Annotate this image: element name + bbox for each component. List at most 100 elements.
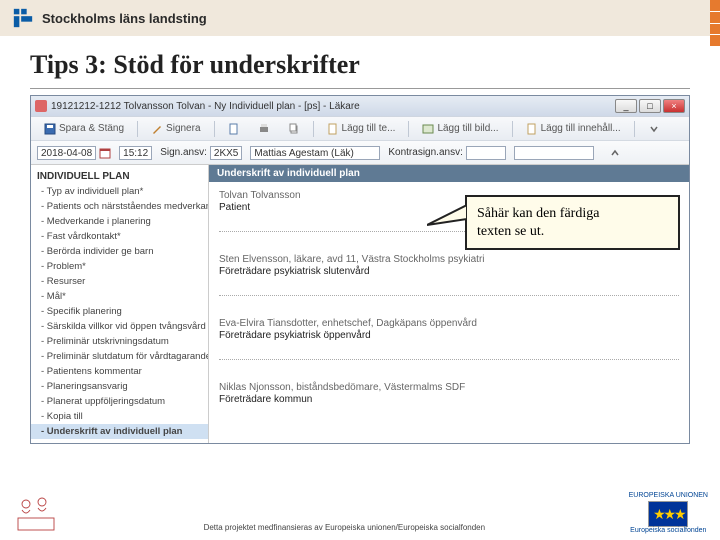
- sign-label: Signera: [166, 123, 200, 134]
- sidebar-item[interactable]: - Problem*: [31, 259, 208, 274]
- text-icon: [327, 123, 339, 135]
- sidebar-item[interactable]: - Särskilda villkor vid öppen tvångsvård: [31, 319, 208, 334]
- add-text-button[interactable]: Lägg till te...: [320, 120, 403, 138]
- add-image-label: Lägg till bild...: [437, 123, 498, 134]
- eu-flag-icon: ★ ★ ★: [648, 501, 688, 527]
- sidebar-item-selected[interactable]: - Underskrift av individuell plan: [31, 424, 208, 439]
- sidebar-item[interactable]: - Patientens kommentar: [31, 364, 208, 379]
- maximize-button[interactable]: □: [639, 99, 661, 113]
- sidebar-item[interactable]: - Planerat uppföljeringsdatum: [31, 394, 208, 409]
- page-icon: [228, 123, 240, 135]
- sign-responsible: Sign.ansv:2KX5: [160, 146, 242, 160]
- separator: [214, 121, 215, 137]
- sidebar-item[interactable]: - Mål*: [31, 289, 208, 304]
- kontra-label: Kontrasign.ansv:: [388, 147, 463, 158]
- sidebar-item[interactable]: - Preliminär utskrivningsdatum: [31, 334, 208, 349]
- sidebar-item[interactable]: - Fast vårdkontakt*: [31, 229, 208, 244]
- eu-bottom-text: Europeiska socialfonden: [630, 527, 706, 534]
- toolbar-secondary: 2018-04-08 15:12 Sign.ansv:2KX5 Mattias …: [31, 140, 689, 164]
- sig-role: Företrädare kommun: [219, 394, 679, 405]
- sidebar-item[interactable]: - Preliminär slutdatum för vårdtagarande: [31, 349, 208, 364]
- sidebar-item[interactable]: - Resurser: [31, 274, 208, 289]
- sidebar-item[interactable]: - Kopia till: [31, 409, 208, 424]
- time-value: 15:12: [119, 146, 152, 160]
- callout-line2: texten se ut.: [477, 224, 544, 239]
- sidebar-heading: INDIVIDUELL PLAN: [31, 169, 208, 184]
- time-field[interactable]: 15:12: [119, 146, 152, 160]
- copy-button[interactable]: [281, 120, 307, 138]
- collapse-button[interactable]: [602, 144, 628, 162]
- save-close-button[interactable]: Spara & Stäng: [37, 120, 131, 138]
- image-icon: [422, 123, 434, 135]
- callout-line1: Såhär kan den färdiga: [477, 206, 599, 221]
- nav-sidebar: INDIVIDUELL PLAN - Typ av individuell pl…: [31, 165, 209, 443]
- kontra-code[interactable]: [466, 146, 506, 160]
- signature-block: Niklas Njonsson, biståndsbedömare, Väste…: [219, 382, 679, 409]
- sign-label: Sign.ansv:: [160, 147, 207, 158]
- window-title: 19121212-1212 Tolvansson Tolvan - Ny Ind…: [51, 101, 615, 112]
- close-button[interactable]: ×: [663, 99, 685, 113]
- footer-note: Detta projektet medfinansieras av Europe…: [60, 523, 629, 532]
- sidebar-item[interactable]: - Specifik planering: [31, 304, 208, 319]
- slide-title: Tips 3: Stöd för underskrifter: [0, 36, 720, 88]
- separator: [313, 121, 314, 137]
- save-icon: [44, 123, 56, 135]
- sidebar-item[interactable]: - Medverkande i planering: [31, 214, 208, 229]
- eu-logo-block: EUROPEISKA UNIONEN ★ ★ ★ Europeiska soci…: [629, 492, 708, 534]
- countersign-responsible: Kontrasign.ansv:: [388, 146, 506, 160]
- pen-icon: [151, 123, 163, 135]
- separator: [634, 121, 635, 137]
- signature-line: [219, 359, 679, 360]
- content-icon: [526, 123, 538, 135]
- sidebar-item[interactable]: - Typ av individuell plan*: [31, 184, 208, 199]
- sidebar-item[interactable]: - Patients och närstståendes medverkan*: [31, 199, 208, 214]
- add-text-label: Lägg till te...: [342, 123, 396, 134]
- print-button[interactable]: [251, 120, 277, 138]
- callout-box: Såhär kan den färdiga texten se ut.: [465, 195, 680, 250]
- sig-role: Företrädare psykiatrisk slutenvård: [219, 266, 679, 277]
- separator: [137, 121, 138, 137]
- sign-code[interactable]: 2KX5: [210, 146, 242, 160]
- callout-arrow-icon: [427, 205, 467, 233]
- signature-line: [219, 295, 679, 296]
- window-titlebar: 19121212-1212 Tolvansson Tolvan - Ny Ind…: [31, 96, 689, 116]
- sig-role: Företrädare psykiatrisk öppenvård: [219, 330, 679, 341]
- sll-logo-icon: [12, 7, 34, 29]
- sig-name: Sten Elvensson, läkare, avd 11, Västra S…: [219, 254, 679, 265]
- chevron-down-icon: [648, 123, 660, 135]
- date-value: 2018-04-08: [37, 146, 96, 160]
- save-label: Spara & Stäng: [59, 123, 124, 134]
- brand-name: Stockholms läns landsting: [42, 11, 207, 26]
- section-heading: Underskrift av individuell plan: [209, 165, 689, 182]
- chevron-up-icon: [609, 147, 621, 159]
- sidebar-item[interactable]: - Berörda individer ge barn: [31, 244, 208, 259]
- separator: [512, 121, 513, 137]
- add-content-button[interactable]: Lägg till innehåll...: [519, 120, 628, 138]
- add-image-button[interactable]: Lägg till bild...: [415, 120, 505, 138]
- people-illustration-icon: [12, 494, 60, 534]
- date-field[interactable]: 2018-04-08: [37, 146, 111, 160]
- sidebar-item[interactable]: - Planeringsansvarig: [31, 379, 208, 394]
- sign-button[interactable]: Signera: [144, 120, 207, 138]
- sig-name: Niklas Njonsson, biståndsbedömare, Väste…: [219, 382, 679, 393]
- title-rule: [30, 88, 690, 89]
- app-icon: [35, 100, 47, 112]
- brand-logo: Stockholms läns landsting: [12, 7, 207, 29]
- slide-footer: Detta projektet medfinansieras av Europe…: [0, 492, 720, 534]
- refresh-button[interactable]: [221, 120, 247, 138]
- printer-icon: [258, 123, 270, 135]
- kontra-name[interactable]: [514, 146, 594, 160]
- sig-name: Eva-Elvira Tiansdotter, enhetschef, Dagk…: [219, 318, 679, 329]
- minimize-button[interactable]: _: [615, 99, 637, 113]
- eu-top-text: EUROPEISKA UNIONEN: [629, 492, 708, 499]
- more-button[interactable]: [641, 120, 667, 138]
- add-content-label: Lägg till innehåll...: [541, 123, 621, 134]
- copy-icon: [288, 123, 300, 135]
- app-window: 19121212-1212 Tolvansson Tolvan - Ny Ind…: [30, 95, 690, 444]
- sign-name[interactable]: Mattias Agestam (Läk): [250, 146, 380, 160]
- toolbar-primary: Spara & Stäng Signera Lägg till te... Lä…: [31, 116, 689, 140]
- calendar-icon: [99, 147, 111, 159]
- signature-block: Eva-Elvira Tiansdotter, enhetschef, Dagk…: [219, 318, 679, 364]
- callout: Såhär kan den färdiga texten se ut.: [465, 195, 680, 250]
- separator: [408, 121, 409, 137]
